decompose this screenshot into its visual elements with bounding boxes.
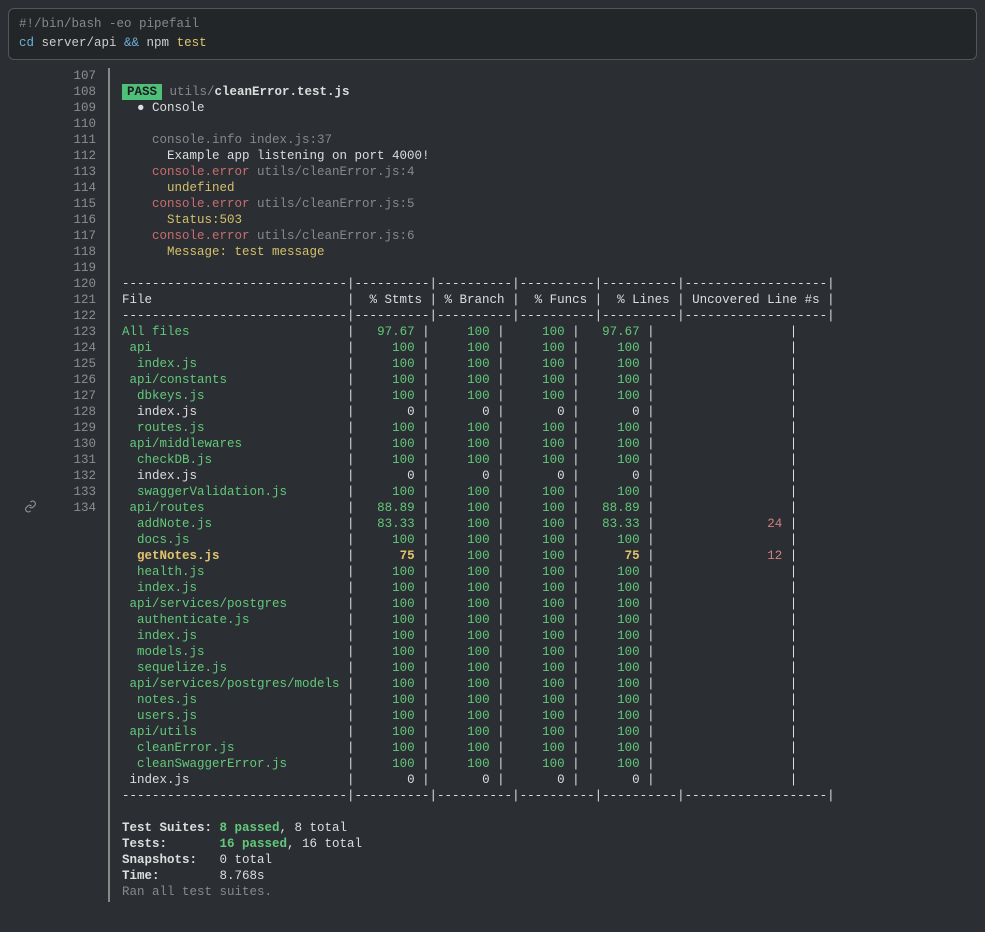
output-line: undefined [122,180,835,196]
line-number[interactable]: 129 [48,420,96,436]
output-line: notes.js | 100 | 100 | 100 | 100 | | [122,692,835,708]
output-line [122,804,835,820]
line-number[interactable]: 132 [48,468,96,484]
output-line: ------------------------------|---------… [122,276,835,292]
line-number[interactable]: 110 [48,116,96,132]
line-number[interactable]: 120 [48,276,96,292]
line-number[interactable]: 126 [48,372,96,388]
output-line: api/middlewares | 100 | 100 | 100 | 100 … [122,436,835,452]
output-line: Message: test message [122,244,835,260]
output-line: console.error utils/cleanError.js:5 [122,196,835,212]
terminal-output[interactable]: PASS utils/cleanError.test.js ● Console … [110,68,835,902]
output-line: api/services/postgres/models | 100 | 100… [122,676,835,692]
output-line: Snapshots: 0 total [122,852,835,868]
output-line [122,68,835,84]
output-line: All files | 97.67 | 100 | 100 | 97.67 | … [122,324,835,340]
line-number[interactable]: 122 [48,308,96,324]
output-line: console.error utils/cleanError.js:6 [122,228,835,244]
output-line: getNotes.js | 75 | 100 | 100 | 75 | 12 | [122,548,835,564]
line-number[interactable]: 121 [48,292,96,308]
output-line: routes.js | 100 | 100 | 100 | 100 | | [122,420,835,436]
output-line: index.js | 0 | 0 | 0 | 0 | | [122,468,835,484]
output-line: ● Console [122,100,835,116]
output-line [122,116,835,132]
output-line: api/routes | 88.89 | 100 | 100 | 88.89 |… [122,500,835,516]
output-line: index.js | 100 | 100 | 100 | 100 | | [122,628,835,644]
line-number[interactable]: 123 [48,324,96,340]
output-line: console.info index.js:37 [122,132,835,148]
output-line: authenticate.js | 100 | 100 | 100 | 100 … [122,612,835,628]
line-number[interactable]: 118 [48,244,96,260]
output-line: ------------------------------|---------… [122,308,835,324]
line-number[interactable]: 131 [48,452,96,468]
output-line: Status:503 [122,212,835,228]
line-number[interactable]: 111 [48,132,96,148]
link-icon[interactable] [24,503,37,517]
output-line: docs.js | 100 | 100 | 100 | 100 | | [122,532,835,548]
output-line: Test Suites: 8 passed, 8 total [122,820,835,836]
output-line: models.js | 100 | 100 | 100 | 100 | | [122,644,835,660]
output-line: api/services/postgres | 100 | 100 | 100 … [122,596,835,612]
line-number[interactable]: 117 [48,228,96,244]
line-number[interactable]: 108 [48,84,96,100]
npm-keyword: npm [139,36,177,50]
line-number[interactable]: 114 [48,180,96,196]
line-number[interactable]: 124 [48,340,96,356]
pass-badge: PASS [122,84,162,100]
output-line: checkDB.js | 100 | 100 | 100 | 100 | | [122,452,835,468]
cd-path: server/api [34,36,124,50]
line-number[interactable]: 134 [48,500,96,516]
output-line: Example app listening on port 4000! [122,148,835,164]
output-line: dbkeys.js | 100 | 100 | 100 | 100 | | [122,388,835,404]
output-line: swaggerValidation.js | 100 | 100 | 100 |… [122,484,835,500]
cd-keyword: cd [19,36,34,50]
command-line: cd server/api && npm test [19,34,966,53]
line-number[interactable]: 115 [48,196,96,212]
line-number[interactable]: 125 [48,356,96,372]
line-number-gutter: 1071081091101111121131141151161171181191… [48,68,110,902]
line-number[interactable]: 128 [48,404,96,420]
output-line: index.js | 0 | 0 | 0 | 0 | | [122,772,835,788]
output-line: PASS utils/cleanError.test.js [122,84,835,100]
output-line: health.js | 100 | 100 | 100 | 100 | | [122,564,835,580]
amp-operator: && [124,36,139,50]
line-number[interactable]: 133 [48,484,96,500]
output-line: index.js | 0 | 0 | 0 | 0 | | [122,404,835,420]
output-line: index.js | 100 | 100 | 100 | 100 | | [122,580,835,596]
line-number[interactable]: 116 [48,212,96,228]
output-panel: 1071081091101111121131141151161171181191… [12,68,985,902]
line-number[interactable]: 113 [48,164,96,180]
output-line: cleanError.js | 100 | 100 | 100 | 100 | … [122,740,835,756]
line-number[interactable]: 112 [48,148,96,164]
output-line: console.error utils/cleanError.js:4 [122,164,835,180]
test-arg: test [177,36,207,50]
output-line: addNote.js | 83.33 | 100 | 100 | 83.33 |… [122,516,835,532]
output-line [122,260,835,276]
line-number[interactable]: 130 [48,436,96,452]
icon-gutter [12,68,48,902]
output-line: Ran all test suites. [122,884,835,900]
output-line: Tests: 16 passed, 16 total [122,836,835,852]
output-line: sequelize.js | 100 | 100 | 100 | 100 | | [122,660,835,676]
output-line: index.js | 100 | 100 | 100 | 100 | | [122,356,835,372]
output-line: Time: 8.768s [122,868,835,884]
output-line: api/constants | 100 | 100 | 100 | 100 | … [122,372,835,388]
line-number[interactable]: 107 [48,68,96,84]
line-number[interactable]: 127 [48,388,96,404]
shebang-line: #!/bin/bash -eo pipefail [19,15,966,34]
output-line: File | % Stmts | % Branch | % Funcs | % … [122,292,835,308]
output-line: api | 100 | 100 | 100 | 100 | | [122,340,835,356]
command-box: #!/bin/bash -eo pipefail cd server/api &… [8,8,977,60]
output-line: users.js | 100 | 100 | 100 | 100 | | [122,708,835,724]
line-number[interactable]: 119 [48,260,96,276]
output-line: ------------------------------|---------… [122,788,835,804]
output-line: cleanSwaggerError.js | 100 | 100 | 100 |… [122,756,835,772]
output-line: api/utils | 100 | 100 | 100 | 100 | | [122,724,835,740]
line-number[interactable]: 109 [48,100,96,116]
